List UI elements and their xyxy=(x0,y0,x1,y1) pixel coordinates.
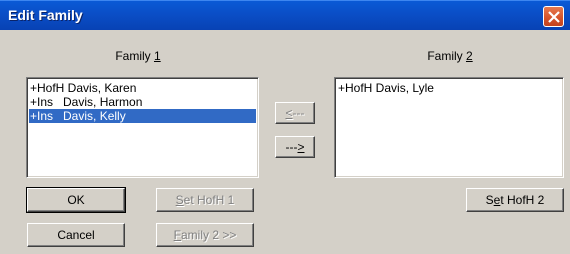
title-bar[interactable]: Edit Family xyxy=(0,0,570,30)
set-hofh1-button[interactable]: Set HofH 1 xyxy=(156,188,254,212)
family2-label: Family 2 xyxy=(427,49,473,63)
dialog-body: Family 1 +HofH Davis, Karen +Ins Davis, … xyxy=(0,30,570,254)
window-title: Edit Family xyxy=(8,7,83,23)
close-icon xyxy=(548,11,560,23)
move-to-family1-button[interactable]: <--- xyxy=(275,102,315,124)
family2-list[interactable]: +HofH Davis, Lyle xyxy=(334,77,564,178)
ok-button[interactable]: OK xyxy=(26,187,126,213)
list-item[interactable]: +Ins Davis, Harmon xyxy=(30,95,142,109)
family1-list[interactable]: +HofH Davis, Karen +Ins Davis, Harmon +I… xyxy=(26,77,259,178)
cancel-button[interactable]: Cancel xyxy=(27,223,125,247)
list-item-selected[interactable]: +Ins Davis, Kelly xyxy=(29,109,256,123)
move-to-family2-button[interactable]: ---> xyxy=(275,136,315,158)
list-item[interactable]: +HofH Davis, Karen xyxy=(30,81,136,95)
list-item[interactable]: +HofH Davis, Lyle xyxy=(338,81,434,95)
set-hofh2-button[interactable]: Set HofH 2 xyxy=(466,188,564,212)
family1-label: Family 1 xyxy=(115,49,161,63)
family2-nav-button[interactable]: Family 2 >> xyxy=(156,223,254,247)
close-button[interactable] xyxy=(543,6,564,27)
